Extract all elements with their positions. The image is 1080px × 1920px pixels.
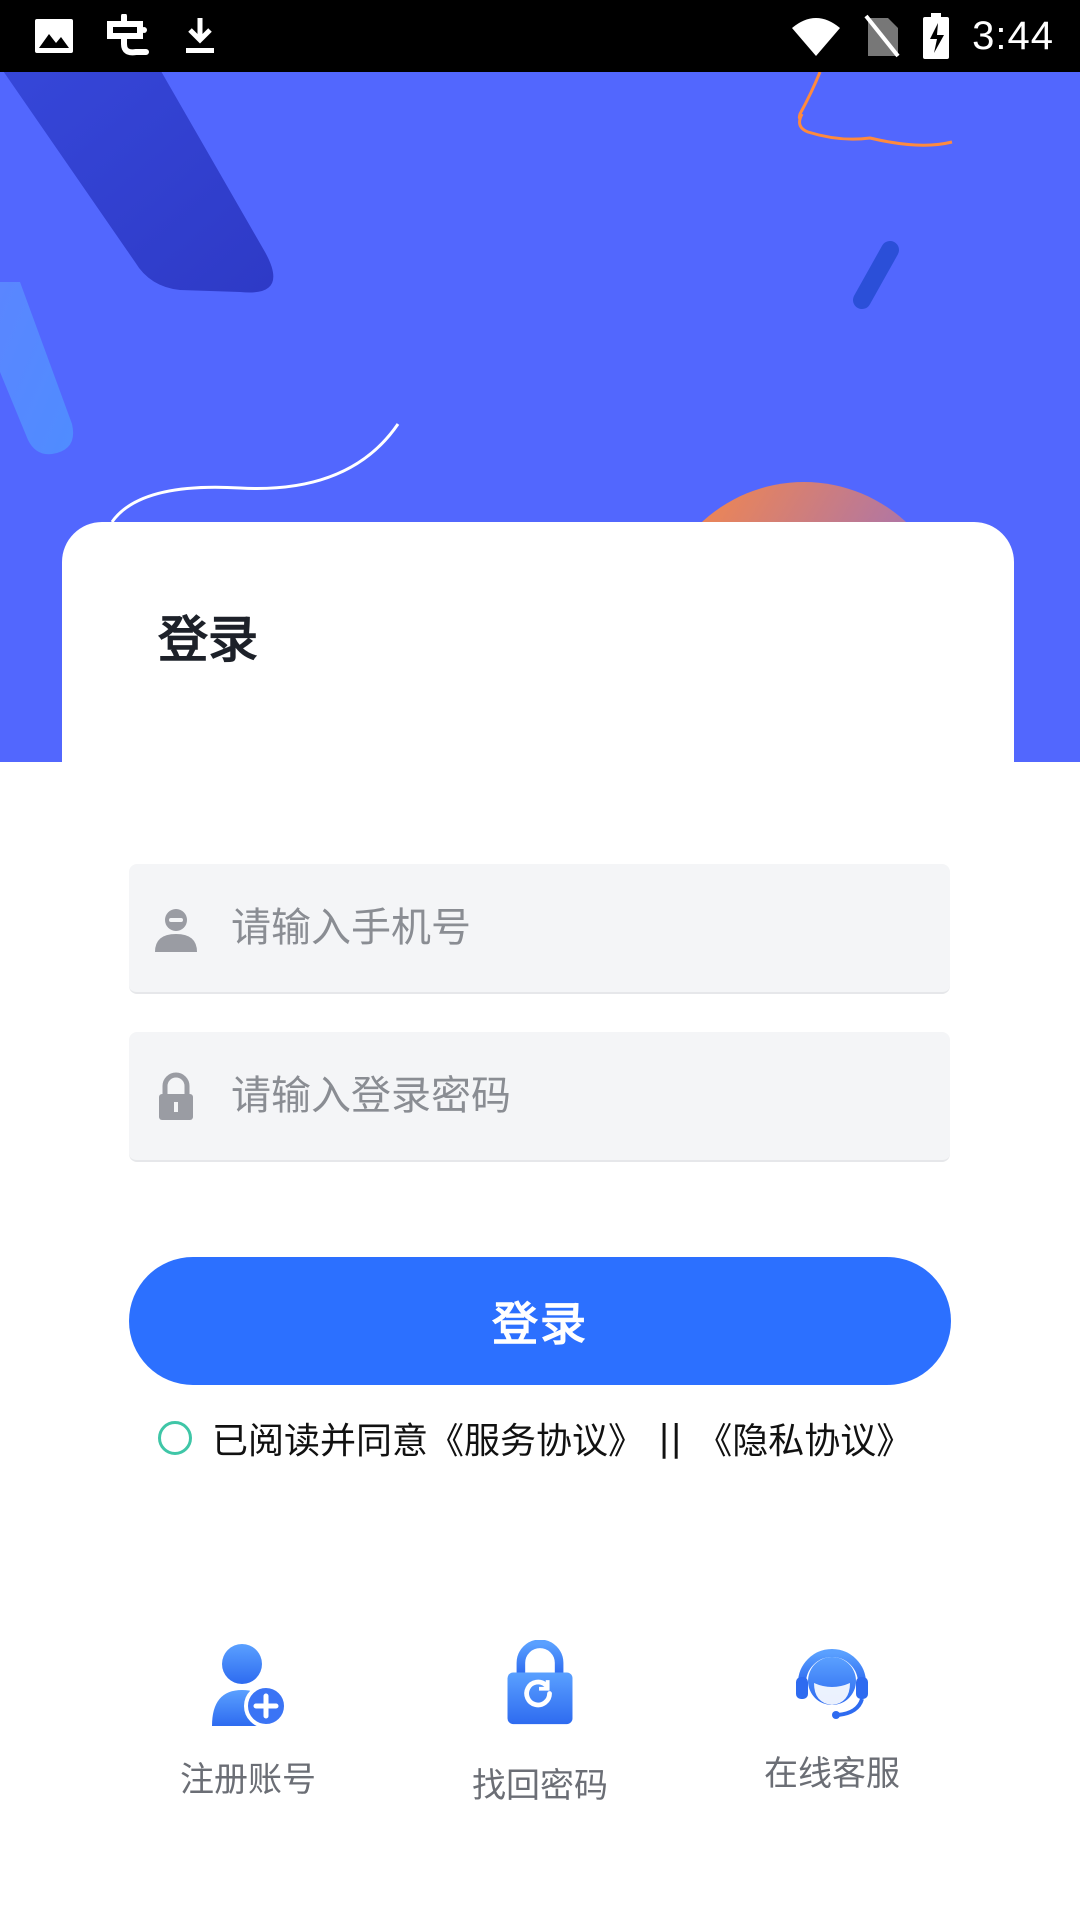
login-button[interactable]: 登录 bbox=[129, 1257, 951, 1385]
recover-password-label: 找回密码 bbox=[472, 1766, 608, 1806]
lock-icon bbox=[159, 1072, 193, 1120]
customer-service-icon bbox=[796, 1649, 868, 1719]
service-agreement-link[interactable]: 《服务协议》 bbox=[428, 1412, 644, 1464]
register-shortcut[interactable]: 注册账号 bbox=[128, 1640, 368, 1820]
user-icon bbox=[155, 909, 197, 952]
agreement-row: 已阅读并同意 《服务协议》 || 《隐私协议》 bbox=[158, 1412, 912, 1464]
add-user-icon bbox=[212, 1644, 288, 1726]
download-icon bbox=[186, 18, 214, 53]
agreement-text: 已阅读并同意 bbox=[212, 1421, 429, 1462]
page-title: 登录 bbox=[158, 611, 258, 669]
password-field[interactable] bbox=[129, 1032, 950, 1162]
customer-service-label: 在线客服 bbox=[764, 1754, 900, 1794]
shortcut-bar: 注册账号 找回密码 在线客服 bbox=[0, 1640, 1080, 1820]
register-label: 注册账号 bbox=[180, 1760, 316, 1800]
battery-charging-icon bbox=[923, 13, 950, 59]
recover-password-shortcut[interactable]: 找回密码 bbox=[420, 1640, 660, 1820]
agreement-separator: || bbox=[658, 1417, 683, 1459]
image-icon bbox=[35, 19, 73, 53]
no-sim-icon bbox=[864, 14, 900, 58]
phone-input[interactable] bbox=[231, 864, 931, 992]
customer-service-shortcut[interactable]: 在线客服 bbox=[712, 1640, 952, 1820]
phone-field[interactable] bbox=[129, 864, 950, 994]
privacy-agreement-link[interactable]: 《隐私协议》 bbox=[696, 1412, 912, 1464]
password-input[interactable] bbox=[231, 1032, 931, 1160]
status-bar: 3:44 bbox=[0, 0, 1080, 72]
app-icon bbox=[107, 14, 149, 56]
agreement-radio[interactable] bbox=[158, 1421, 192, 1455]
lock-refresh-icon bbox=[507, 1640, 573, 1725]
clock: 3:44 bbox=[972, 13, 1054, 58]
wifi-icon bbox=[792, 18, 841, 56]
